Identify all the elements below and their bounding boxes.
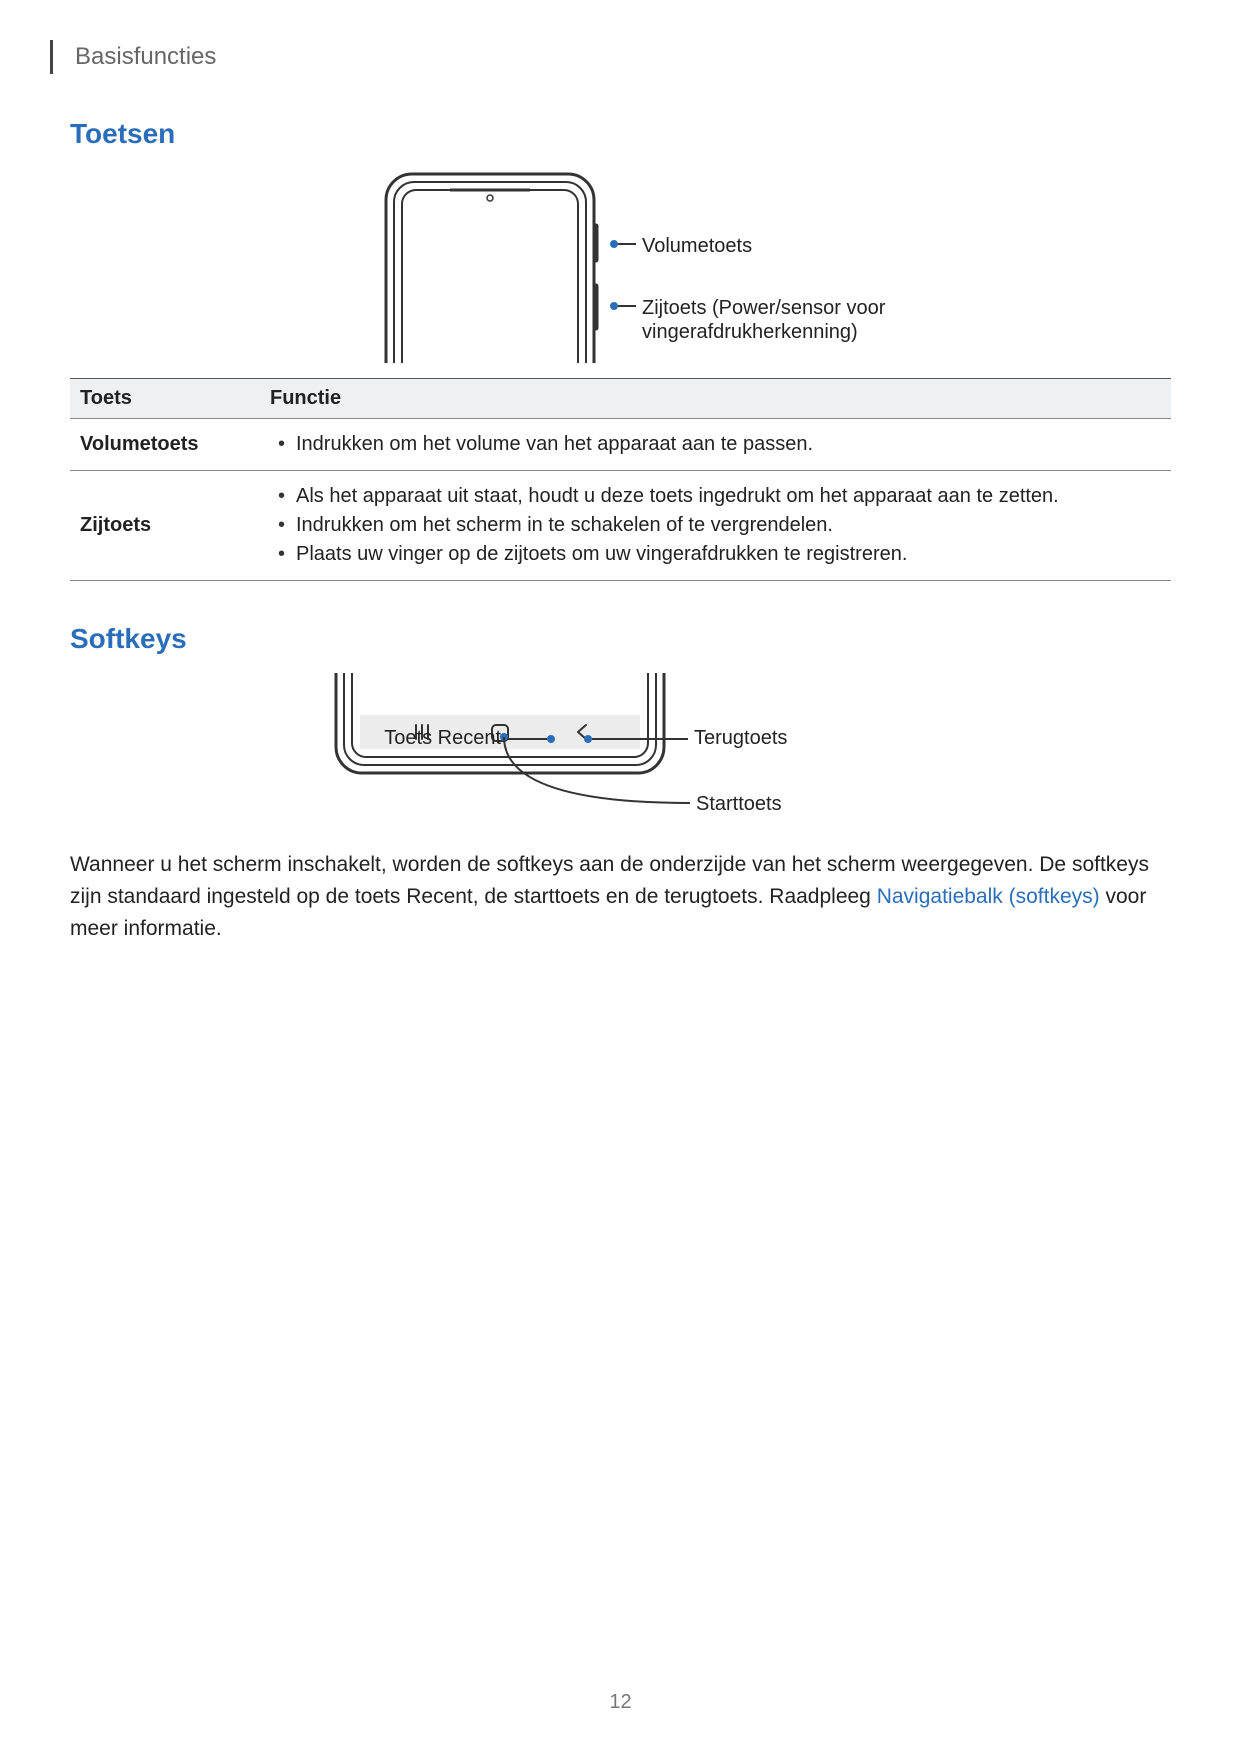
phone-top-illustration [380,168,600,363]
row-label-zij: Zijtoets [70,471,260,581]
figure-phone-top: Volumetoets Zijtoets (Power/sensor voor … [70,168,1171,378]
th-functie: Functie [260,379,1171,419]
list-item: Indrukken om het volume van het apparaat… [294,433,1161,456]
callout-home-line [500,733,700,813]
list-item: Indrukken om het scherm in te schakelen … [294,514,1161,537]
page-number: 12 [0,1691,1241,1714]
callout-volume-label: Volumetoets [642,234,752,258]
figure-phone-bottom: Toets Recent Terugtoets Starttoets [70,673,1171,833]
callout-recent-label: Toets Recent [384,727,501,750]
th-toets: Toets [70,379,260,419]
running-header: Basisfuncties [50,40,216,74]
list-item: Als het apparaat uit staat, houdt u deze… [294,485,1161,508]
table-row: Zijtoets Als het apparaat uit staat, hou… [70,471,1171,581]
link-navigatiebalk[interactable]: Navigatiebalk (softkeys) [877,885,1100,908]
callout-line [618,305,636,307]
list-item: Plaats uw vinger op de zijtoets om uw vi… [294,543,1161,566]
softkeys-paragraph: Wanneer u het scherm inschakelt, worden … [70,849,1171,945]
table-row: Volumetoets Indrukken om het volume van … [70,419,1171,471]
callout-side-key: Zijtoets (Power/sensor voor vingerafdruk… [610,296,952,344]
keys-function-table: Toets Functie Volumetoets Indrukken om h… [70,378,1171,581]
callout-line [618,243,636,245]
callout-dot-icon [610,302,618,310]
section-title-softkeys: Softkeys [70,623,1171,655]
header-notch [50,40,53,74]
section-title-toetsen: Toetsen [70,118,1171,150]
callout-home: Starttoets [500,733,800,813]
callout-side-label: Zijtoets (Power/sensor voor vingerafdruk… [642,296,952,344]
row-label-volume: Volumetoets [70,419,260,471]
callout-volume: Volumetoets [610,234,752,258]
callout-dot-icon [610,240,618,248]
page-content: Toetsen Volumetoets Zijtoets (Powe [70,100,1171,945]
running-title: Basisfuncties [75,43,216,71]
callout-home-label: Starttoets [696,793,782,816]
